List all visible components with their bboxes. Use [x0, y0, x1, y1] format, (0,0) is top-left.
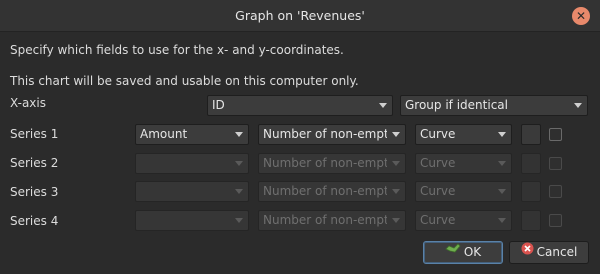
- series-2-style-select[interactable]: Curve: [415, 153, 512, 174]
- series-1-color-button[interactable]: [521, 124, 541, 145]
- xaxis-label: X-axis: [10, 96, 46, 110]
- chevron-down-icon: [392, 132, 400, 137]
- title-bar: Graph on 'Revenues' ✕: [0, 0, 600, 32]
- save-note-text: This chart will be saved and usable on t…: [10, 74, 359, 88]
- chevron-down-icon: [392, 218, 400, 223]
- chevron-down-icon: [498, 189, 506, 194]
- xaxis-field-value: ID: [212, 98, 225, 112]
- series-1-aggregate-value: Number of non-empt: [263, 127, 387, 141]
- chevron-down-icon: [574, 103, 582, 108]
- series-3-checkbox[interactable]: [549, 185, 562, 198]
- dialog-title: Graph on 'Revenues': [235, 8, 365, 23]
- series-3-label: Series 3: [10, 185, 59, 199]
- series-2-label: Series 2: [10, 156, 59, 170]
- series-4-label: Series 4: [10, 214, 59, 228]
- ok-icon: [445, 241, 461, 262]
- xaxis-grouping-value: Group if identical: [405, 98, 508, 112]
- series-2-field-select[interactable]: [135, 153, 249, 174]
- chevron-down-icon: [498, 132, 506, 137]
- chevron-down-icon: [235, 161, 243, 166]
- series-1-label: Series 1: [10, 127, 59, 141]
- series-4-aggregate-select[interactable]: Number of non-empt: [258, 210, 406, 231]
- chevron-down-icon: [235, 189, 243, 194]
- close-button[interactable]: ✕: [572, 7, 590, 25]
- series-1-aggregate-select[interactable]: Number of non-empt: [258, 124, 406, 145]
- series-4-field-select[interactable]: [135, 210, 249, 231]
- chevron-down-icon: [235, 132, 243, 137]
- series-3-style-select[interactable]: Curve: [415, 181, 512, 202]
- chevron-down-icon: [498, 218, 506, 223]
- cancel-button[interactable]: Cancel: [509, 241, 589, 264]
- ok-button-label: OK: [463, 245, 482, 259]
- series-2-style-value: Curve: [420, 156, 456, 170]
- ok-button[interactable]: OK: [423, 241, 503, 264]
- chevron-down-icon: [235, 218, 243, 223]
- cancel-icon: [521, 241, 534, 262]
- close-icon: ✕: [575, 9, 587, 23]
- series-4-style-value: Curve: [420, 213, 456, 227]
- series-3-aggregate-select[interactable]: Number of non-empt: [258, 181, 406, 202]
- series-3-field-select[interactable]: [135, 181, 249, 202]
- chevron-down-icon: [379, 103, 387, 108]
- series-1-checkbox[interactable]: [549, 128, 562, 141]
- series-4-style-select[interactable]: Curve: [415, 210, 512, 231]
- chevron-down-icon: [392, 161, 400, 166]
- series-2-checkbox[interactable]: [549, 157, 562, 170]
- chevron-down-icon: [392, 189, 400, 194]
- cancel-button-label: Cancel: [536, 245, 578, 259]
- series-1-style-value: Curve: [420, 127, 456, 141]
- chevron-down-icon: [498, 161, 506, 166]
- series-4-checkbox[interactable]: [549, 214, 562, 227]
- xaxis-grouping-select[interactable]: Group if identical: [400, 95, 588, 116]
- series-1-style-select[interactable]: Curve: [415, 124, 512, 145]
- intro-text: Specify which fields to use for the x- a…: [10, 43, 344, 57]
- series-2-color-button[interactable]: [521, 153, 541, 174]
- series-3-style-value: Curve: [420, 184, 456, 198]
- series-2-aggregate-value: Number of non-empt: [263, 156, 387, 170]
- series-2-aggregate-select[interactable]: Number of non-empt: [258, 153, 406, 174]
- series-1-field-value: Amount: [140, 127, 188, 141]
- series-1-field-select[interactable]: Amount: [135, 124, 249, 145]
- dialog-body: Specify which fields to use for the x- a…: [0, 33, 600, 274]
- series-4-aggregate-value: Number of non-empt: [263, 213, 387, 227]
- series-3-aggregate-value: Number of non-empt: [263, 184, 387, 198]
- series-4-color-button[interactable]: [521, 210, 541, 231]
- xaxis-field-select[interactable]: ID: [207, 95, 393, 116]
- series-3-color-button[interactable]: [521, 181, 541, 202]
